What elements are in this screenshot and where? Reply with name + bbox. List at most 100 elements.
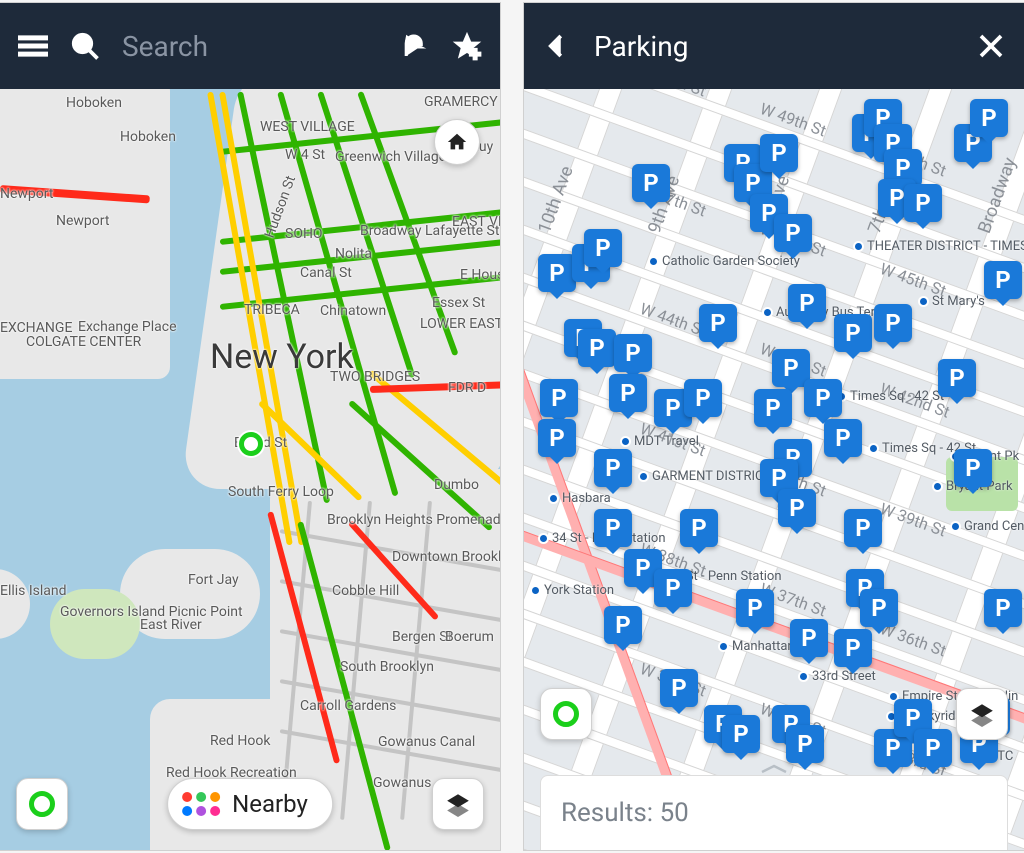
map-label: Newport [0, 186, 53, 202]
parking-pin[interactable]: P [760, 134, 798, 172]
nearby-grid-icon [182, 792, 220, 816]
poi-dot [620, 436, 631, 447]
parking-pin[interactable]: P [736, 589, 774, 627]
parking-pin[interactable]: P [604, 606, 642, 644]
parking-pin[interactable]: P [984, 589, 1022, 627]
map-label: Essex St [432, 295, 485, 311]
parking-pin[interactable]: P [722, 715, 760, 753]
map-label: LOWER EAST SIDE [420, 316, 500, 332]
parking-pin[interactable]: P [538, 254, 576, 292]
parking-pin[interactable]: P [609, 374, 647, 412]
parking-pin[interactable]: P [786, 725, 824, 763]
locate-button[interactable] [16, 778, 68, 830]
close-icon[interactable] [976, 31, 1006, 61]
parking-pin[interactable]: P [699, 304, 737, 342]
map-label: Red Hook [210, 733, 270, 749]
poi-dot [718, 641, 729, 652]
parking-pin[interactable]: P [954, 449, 992, 487]
search-input[interactable]: Search [122, 30, 378, 63]
layers-button[interactable] [432, 778, 484, 830]
parking-pin[interactable]: P [540, 379, 578, 417]
map-label: Exchange Place [78, 319, 177, 335]
poi-dot [638, 471, 649, 482]
map-label: East River [140, 617, 202, 633]
parking-pin[interactable]: P [970, 99, 1008, 137]
parking-pin[interactable]: P [594, 449, 632, 487]
parking-pin[interactable]: P [904, 184, 942, 222]
map-label: TRIBECA [244, 302, 300, 318]
map-label: Gowanus [373, 775, 431, 791]
parking-pin[interactable]: P [654, 569, 692, 607]
map-label: Hoboken [120, 129, 176, 145]
parking-pin[interactable]: P [632, 164, 670, 202]
parking-pin[interactable]: P [614, 334, 652, 372]
menu-icon[interactable] [18, 31, 48, 61]
back-icon[interactable] [542, 31, 572, 61]
poi-label: MDT Travel [634, 434, 699, 449]
map-label: Ellis Island [0, 583, 67, 599]
parking-pin[interactable]: P [844, 509, 882, 547]
map-label: Brooklyn Heights Promenade [327, 512, 500, 528]
poi-label: GARMENT DISTRICT [652, 469, 771, 484]
nearby-button[interactable]: Nearby [167, 778, 333, 830]
poi-label: THEATER DISTRICT - TIMES SQUARE [867, 239, 1024, 254]
map-label: COLGATE CENTER [26, 334, 141, 350]
map-label: Cobble Hill [332, 583, 399, 599]
left-map[interactable]: New York HobokenNewportEXCHANGECOLGATE C… [0, 89, 500, 850]
locate-button[interactable] [540, 688, 592, 740]
page-title: Parking [594, 30, 954, 63]
poi-dot [853, 241, 864, 252]
map-label: Chinatown [320, 303, 386, 319]
parking-pin[interactable]: P [660, 669, 698, 707]
star-icon[interactable] [452, 31, 482, 61]
parking-pin[interactable]: P [860, 589, 898, 627]
map-label: South Brooklyn [340, 659, 434, 675]
parking-pin[interactable]: P [834, 314, 872, 352]
poi-label: Catholic Garden Society [662, 254, 800, 269]
parking-pin[interactable]: P [680, 509, 718, 547]
results-label: Results: 50 [561, 798, 689, 828]
poi-label: Hasbara [562, 491, 611, 506]
parking-pin[interactable]: P [594, 509, 632, 547]
results-bar[interactable]: Results: 50 [540, 775, 1008, 850]
poi-label: Times Sq - 42 St [850, 389, 944, 404]
map-label: Gowanus Canal [378, 734, 475, 750]
parking-pin[interactable]: P [938, 359, 976, 397]
parking-pin[interactable]: P [984, 261, 1022, 299]
map-label: FDR D [448, 380, 486, 396]
poi-dot [548, 493, 559, 504]
parking-pin[interactable]: P [804, 379, 842, 417]
parking-pin[interactable]: P [824, 419, 862, 457]
map-label: Hoboken [66, 95, 122, 111]
right-screenshot: Parking 10th Ave9th Ave8th Ave7th AveBro… [524, 3, 1024, 850]
parking-pin[interactable]: P [684, 379, 722, 417]
map-label: Newport [56, 213, 109, 229]
right-map[interactable]: 10th Ave9th Ave8th Ave7th AveBroadway W … [524, 89, 1024, 850]
map-label: South Ferry Loop [228, 484, 334, 500]
parking-pin[interactable]: P [790, 619, 828, 657]
poi-dot [950, 521, 961, 532]
poi-dot [918, 296, 929, 307]
directions-icon[interactable] [400, 31, 430, 61]
parking-pin[interactable]: P [778, 489, 816, 527]
poi-dot [798, 671, 809, 682]
parking-pin[interactable]: P [754, 389, 792, 427]
parking-pin[interactable]: P [774, 214, 812, 252]
map-label: TWO BRIDGES [330, 369, 420, 385]
parking-pin[interactable]: P [788, 284, 826, 322]
left-topbar: Search [0, 3, 500, 89]
left-screenshot: Search [0, 3, 500, 850]
parking-pin[interactable]: P [834, 629, 872, 667]
parking-pin[interactable]: P [584, 229, 622, 267]
layers-button[interactable] [956, 688, 1008, 740]
parking-pin[interactable]: P [914, 729, 952, 767]
map-label: Nolita [335, 246, 372, 262]
map-label: Broadway Lafayette St [360, 223, 499, 239]
search-icon[interactable] [70, 31, 100, 61]
parking-pin[interactable]: P [538, 419, 576, 457]
map-label: WEST VILLAGE [260, 119, 355, 135]
parking-pin[interactable]: P [578, 329, 616, 367]
parking-pin[interactable]: P [874, 304, 912, 342]
drag-handle-icon[interactable] [756, 762, 792, 776]
home-button[interactable] [434, 119, 480, 165]
